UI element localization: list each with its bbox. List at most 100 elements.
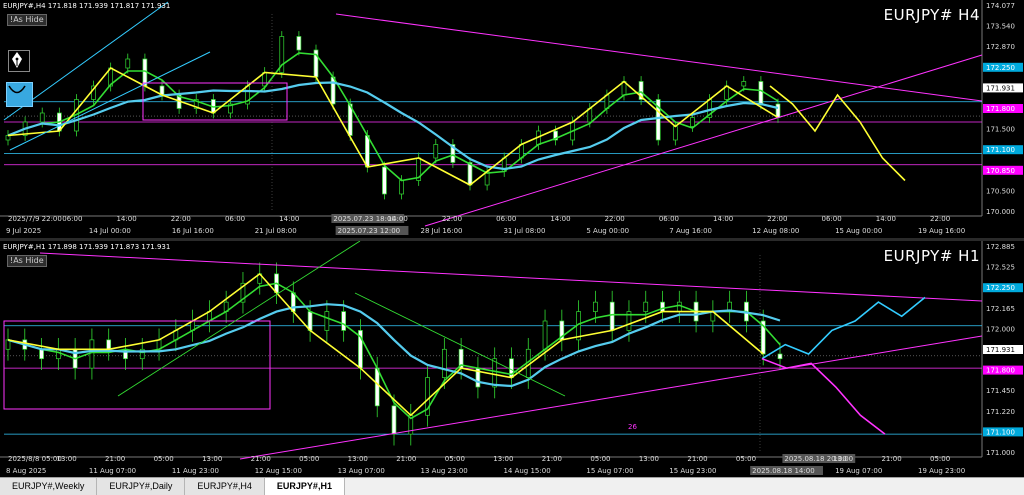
time-axis-label-top: 14:00 bbox=[279, 215, 299, 223]
time-axis-label-bottom: 14 Jul 00:00 bbox=[89, 227, 131, 235]
time-axis-label-bottom: 21 Jul 08:00 bbox=[255, 227, 297, 235]
time-axis-label-top: 05:00 bbox=[299, 455, 319, 463]
moving-average-slow bbox=[7, 81, 779, 171]
time-axis-label-bottom: 15 Aug 23:00 bbox=[669, 467, 716, 475]
support-trendline[interactable] bbox=[239, 335, 983, 460]
time-axis-label-top: 13:00 bbox=[833, 455, 853, 463]
price-axis-label: 171.220 bbox=[986, 408, 1015, 416]
time-axis-label-top: 21:00 bbox=[881, 455, 901, 463]
time-axis-label-bottom: 11 Aug 07:00 bbox=[89, 467, 136, 475]
chart-canvas-h1[interactable]: 26 172.885 172.525 172.250 172.165 172.000 171… bbox=[0, 241, 1024, 477]
support-trendline[interactable] bbox=[424, 54, 983, 227]
chart-canvas-h4[interactable]: 174.077 173.540 172.870 172.250 171.931 171.8… bbox=[0, 0, 1024, 238]
time-axis-label-top: 14:00 bbox=[550, 215, 570, 223]
time-axis-label-bottom: 11 Aug 23:00 bbox=[172, 467, 219, 475]
time-axis-label-top: 21:00 bbox=[396, 455, 416, 463]
bull-candle bbox=[672, 126, 678, 141]
price-axis-label: 171.500 bbox=[986, 126, 1015, 134]
time-axis-label-bottom: 2025.07.23 12:00 bbox=[338, 227, 400, 235]
bull-candle bbox=[741, 81, 747, 87]
time-axis-label-top: 06:00 bbox=[822, 215, 842, 223]
ohlc-header-h4: EURJPY#,H4 171.818 171.939 171.817 171.9… bbox=[3, 2, 171, 10]
time-axis-label-bottom: 5 Aug 00:00 bbox=[586, 227, 629, 235]
bear-candle bbox=[374, 367, 380, 407]
time-axis-label-bottom: 12 Aug 15:00 bbox=[255, 467, 302, 475]
price-axis-label: 172.250 bbox=[986, 284, 1015, 292]
green-trendline[interactable] bbox=[117, 241, 361, 397]
resistance-trendline[interactable] bbox=[335, 13, 983, 102]
bull-candle bbox=[676, 301, 682, 312]
price-axis-label: 171.800 bbox=[986, 367, 1015, 375]
zigzag-projection bbox=[769, 85, 906, 182]
time-axis-label-bottom: 2025.08.18 14:00 bbox=[752, 467, 814, 475]
bull-candle bbox=[324, 311, 330, 331]
bear-candle bbox=[609, 301, 615, 331]
time-axis-label-top: 21:00 bbox=[251, 455, 271, 463]
tab-daily[interactable]: EURJPY#,Daily bbox=[97, 478, 186, 495]
pen-tool-button[interactable] bbox=[8, 50, 30, 72]
price-axis-label: 171.800 bbox=[986, 105, 1015, 113]
time-axis-label-top: 22:00 bbox=[171, 215, 191, 223]
time-axis-label-bottom: 15 Aug 00:00 bbox=[835, 227, 882, 235]
time-axis-label-top: 13:00 bbox=[493, 455, 513, 463]
time-axis-label-top: 22:00 bbox=[767, 215, 787, 223]
bear-candle bbox=[296, 36, 302, 51]
hide-toggle-h4[interactable]: !As Hide bbox=[7, 14, 47, 26]
chart-title-h4: EURJPY# H4 bbox=[883, 6, 980, 24]
time-axis-label-top: 05:00 bbox=[445, 455, 465, 463]
price-axis-label: 172.165 bbox=[986, 305, 1015, 313]
time-axis-label-bottom: 12 Aug 08:00 bbox=[752, 227, 799, 235]
bull-candle bbox=[125, 58, 131, 69]
bear-candle bbox=[391, 405, 397, 435]
tab-h1[interactable]: EURJPY#,H1 bbox=[264, 478, 345, 495]
tab-weekly[interactable]: EURJPY#,Weekly bbox=[0, 478, 98, 495]
chart-pane-h4[interactable]: 174.077 173.540 172.870 172.250 171.931 171.8… bbox=[0, 0, 1024, 238]
bear-candle bbox=[777, 353, 783, 360]
tab-h4[interactable]: EURJPY#,H4 bbox=[185, 478, 265, 495]
chart-title-h1: EURJPY# H1 bbox=[883, 247, 980, 265]
time-axis-label-top: 14:00 bbox=[388, 215, 408, 223]
bull-candle bbox=[89, 339, 95, 369]
time-axis-label-top: 13:00 bbox=[639, 455, 659, 463]
time-axis-label-bottom: 8 Aug 2025 bbox=[6, 467, 46, 475]
time-axis-label-top: 13:00 bbox=[57, 455, 77, 463]
smile-indicator-button[interactable] bbox=[6, 82, 33, 107]
price-axis-label: 170.000 bbox=[986, 208, 1015, 216]
bull-candle bbox=[643, 301, 649, 312]
time-axis-label-top: 22:00 bbox=[605, 215, 625, 223]
time-axis-label-top: 05:00 bbox=[930, 455, 950, 463]
time-axis-label-bottom: 19 Aug 07:00 bbox=[835, 467, 882, 475]
smile-face-icon bbox=[8, 85, 26, 94]
bear-candle bbox=[106, 339, 112, 350]
time-axis-label-bottom: 19 Aug 23:00 bbox=[918, 467, 965, 475]
price-axis-label: 170.850 bbox=[986, 167, 1015, 175]
price-axis-label: 172.885 bbox=[986, 243, 1015, 251]
green-trendline-down[interactable] bbox=[354, 292, 566, 397]
bear-candle bbox=[364, 135, 370, 168]
time-axis-label-bottom: 13 Aug 07:00 bbox=[338, 467, 385, 475]
chart-tabs: EURJPY#,Weekly EURJPY#,Daily EURJPY#,H4 … bbox=[0, 477, 1024, 495]
time-axis-label-bottom: 28 Jul 16:00 bbox=[421, 227, 463, 235]
price-axis-label: 174.077 bbox=[986, 2, 1015, 10]
price-axis-label: 171.931 bbox=[986, 346, 1015, 354]
resistance-trendline[interactable] bbox=[39, 252, 983, 302]
bear-candle bbox=[775, 103, 781, 118]
bull-candle bbox=[542, 320, 548, 350]
time-axis-label-top: 21:00 bbox=[542, 455, 562, 463]
time-axis-label-top: 06:00 bbox=[659, 215, 679, 223]
ohlc-header-h1: EURJPY#,H1 171.898 171.939 171.873 171.9… bbox=[3, 243, 171, 251]
hide-toggle-h1[interactable]: !As Hide bbox=[7, 255, 47, 267]
time-axis-label-top: 2025.07.23 18:00 bbox=[333, 215, 395, 223]
time-axis-label-top: 05:00 bbox=[736, 455, 756, 463]
bear-candle bbox=[382, 166, 387, 195]
time-axis-label-top: 05:00 bbox=[154, 455, 174, 463]
price-axis-label: 172.870 bbox=[986, 43, 1015, 51]
bull-candle bbox=[399, 180, 404, 195]
range-box[interactable] bbox=[3, 320, 271, 410]
bearish-projection bbox=[761, 357, 886, 435]
chart-pane-h1[interactable]: 26 172.885 172.525 172.250 172.165 172.000 171… bbox=[0, 241, 1024, 477]
time-axis-label-top: 06:00 bbox=[62, 215, 82, 223]
bear-candle bbox=[307, 311, 313, 331]
price-axis-label: 173.540 bbox=[986, 23, 1015, 31]
bull-candle bbox=[690, 117, 695, 127]
